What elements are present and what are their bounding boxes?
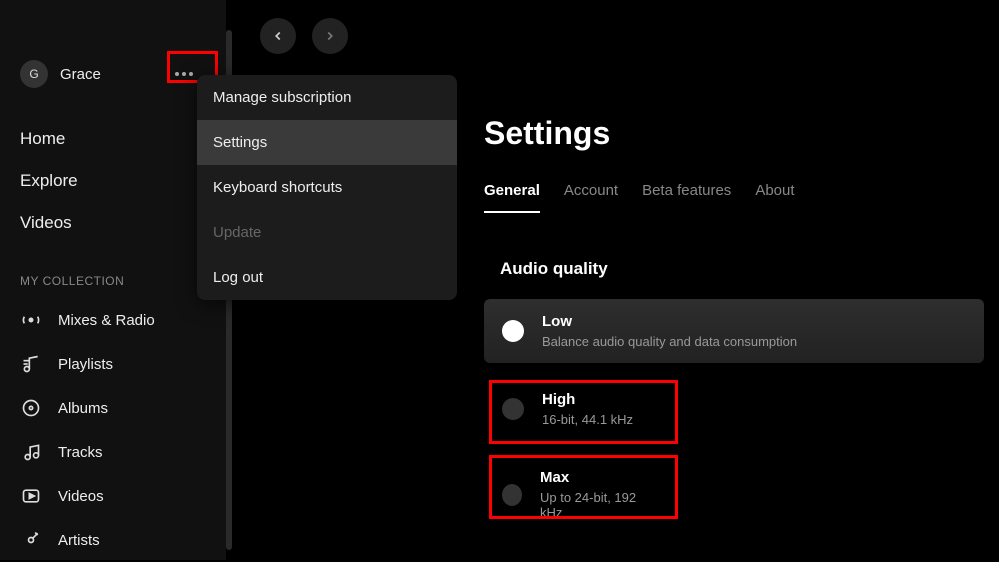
artist-icon bbox=[20, 530, 42, 550]
user-row: G Grace bbox=[0, 50, 226, 108]
sidebar-item-label: Artists bbox=[58, 532, 100, 549]
radio-icon bbox=[20, 310, 42, 330]
audio-quality-max[interactable]: Max Up to 24-bit, 192 kHz bbox=[484, 455, 669, 534]
tab-about[interactable]: About bbox=[755, 182, 794, 213]
sidebar-item-mixes[interactable]: Mixes & Radio bbox=[0, 298, 226, 342]
sidebar: G Grace Home Explore Videos MY COLLECTIO… bbox=[0, 0, 226, 560]
chevron-left-icon bbox=[271, 29, 285, 43]
sidebar-item-playlists[interactable]: Playlists bbox=[0, 342, 226, 386]
history-nav bbox=[260, 18, 348, 54]
playlist-icon bbox=[20, 354, 42, 374]
sidebar-item-label: Albums bbox=[58, 400, 108, 417]
tab-general[interactable]: General bbox=[484, 182, 540, 213]
option-title: High bbox=[542, 391, 633, 408]
audio-quality-high[interactable]: High 16-bit, 44.1 kHz bbox=[484, 377, 669, 441]
option-title: Low bbox=[542, 313, 797, 330]
page-title: Settings bbox=[484, 115, 999, 152]
menu-update: Update bbox=[197, 210, 457, 255]
more-horizontal-icon bbox=[174, 72, 194, 76]
option-subtitle: Balance audio quality and data consumpti… bbox=[542, 334, 797, 349]
sidebar-item-label: Videos bbox=[58, 488, 104, 505]
tab-account[interactable]: Account bbox=[564, 182, 618, 213]
overflow-menu: Manage subscription Settings Keyboard sh… bbox=[197, 75, 457, 300]
option-subtitle: Up to 24-bit, 192 kHz bbox=[540, 490, 651, 520]
sidebar-item-label: Mixes & Radio bbox=[58, 312, 155, 329]
username: Grace bbox=[60, 66, 101, 83]
option-title: Max bbox=[540, 469, 651, 486]
settings-tabs: General Account Beta features About bbox=[484, 182, 999, 213]
menu-manage-subscription[interactable]: Manage subscription bbox=[197, 75, 457, 120]
radio-indicator bbox=[502, 320, 524, 342]
sidebar-item-label: Tracks bbox=[58, 444, 102, 461]
chevron-right-icon bbox=[323, 29, 337, 43]
video-icon bbox=[20, 486, 42, 506]
menu-settings[interactable]: Settings bbox=[197, 120, 457, 165]
audio-quality-heading: Audio quality bbox=[500, 259, 999, 279]
audio-quality-low[interactable]: Low Balance audio quality and data consu… bbox=[484, 299, 984, 363]
nav-forward-button[interactable] bbox=[312, 18, 348, 54]
tab-beta-features[interactable]: Beta features bbox=[642, 182, 731, 213]
nav-back-button[interactable] bbox=[260, 18, 296, 54]
nav-home[interactable]: Home bbox=[20, 118, 206, 160]
track-icon bbox=[20, 442, 42, 462]
menu-logout[interactable]: Log out bbox=[197, 255, 457, 300]
avatar: G bbox=[20, 60, 48, 88]
sidebar-item-albums[interactable]: Albums bbox=[0, 386, 226, 430]
audio-quality-options: Low Balance audio quality and data consu… bbox=[484, 299, 999, 534]
sidebar-item-label: Playlists bbox=[58, 356, 113, 373]
user-profile[interactable]: G Grace bbox=[20, 60, 101, 88]
nav-videos[interactable]: Videos bbox=[20, 202, 206, 244]
option-subtitle: 16-bit, 44.1 kHz bbox=[542, 412, 633, 427]
main-content: Settings General Account Beta features A… bbox=[484, 115, 999, 548]
radio-indicator bbox=[502, 398, 524, 420]
nav-explore[interactable]: Explore bbox=[20, 160, 206, 202]
collection-label: MY COLLECTION bbox=[0, 254, 226, 298]
sidebar-item-tracks[interactable]: Tracks bbox=[0, 430, 226, 474]
menu-keyboard-shortcuts[interactable]: Keyboard shortcuts bbox=[197, 165, 457, 210]
album-icon bbox=[20, 398, 42, 418]
sidebar-item-artists[interactable]: Artists bbox=[0, 518, 226, 562]
sidebar-item-videos[interactable]: Videos bbox=[0, 474, 226, 518]
radio-indicator bbox=[502, 484, 522, 506]
primary-nav: Home Explore Videos bbox=[0, 108, 226, 254]
